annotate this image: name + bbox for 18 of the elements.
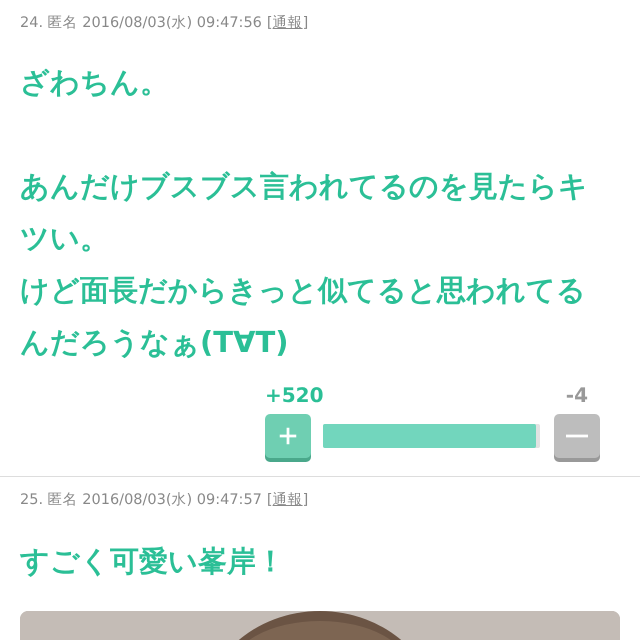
bracket: ] — [302, 492, 308, 508]
comment-text: けど面長だからきっと似てると思われてるんだろうなぁ(T∀T) — [20, 272, 587, 361]
plus-count: +520 — [265, 384, 324, 406]
comment-text: ざわちん。 — [20, 64, 170, 101]
bracket: ] — [302, 15, 308, 31]
minus-button[interactable] — [554, 414, 600, 458]
comment-text: すごく可愛い峯岸！ — [20, 543, 286, 580]
comment-meta: 24. 匿名 2016/08/03(水) 09:47:56 — [20, 15, 262, 31]
comment-text: あんだけブスブス言われてるのを見たらキツい。 — [20, 168, 589, 257]
report-link[interactable]: 通報 — [272, 15, 303, 31]
plus-button[interactable] — [265, 414, 311, 458]
bracket: [ — [266, 492, 273, 508]
bracket: [ — [266, 15, 273, 31]
comment-meta: 25. 匿名 2016/08/03(水) 09:47:57 — [20, 492, 262, 508]
plus-icon — [277, 425, 299, 447]
minus-count: -4 — [566, 384, 589, 406]
minus-icon — [566, 434, 588, 438]
report-link[interactable]: 通報 — [272, 492, 303, 508]
